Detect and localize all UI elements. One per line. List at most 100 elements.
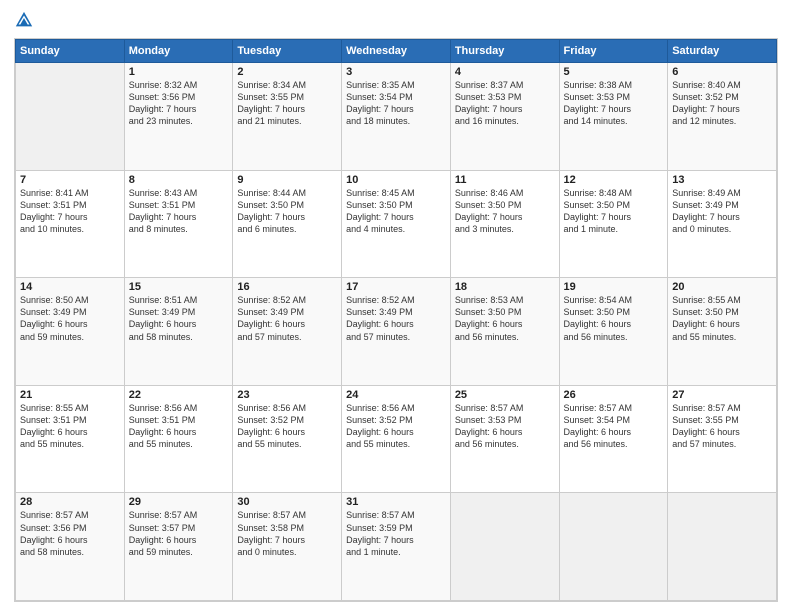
day-info: Sunrise: 8:55 AMSunset: 3:50 PMDaylight:… [672, 294, 772, 343]
calendar-cell: 25Sunrise: 8:57 AMSunset: 3:53 PMDayligh… [450, 385, 559, 493]
calendar-cell: 24Sunrise: 8:56 AMSunset: 3:52 PMDayligh… [342, 385, 451, 493]
day-number: 28 [20, 496, 120, 508]
day-info: Sunrise: 8:57 AMSunset: 3:53 PMDaylight:… [455, 402, 555, 451]
calendar-cell: 20Sunrise: 8:55 AMSunset: 3:50 PMDayligh… [668, 278, 777, 386]
calendar-week-row: 28Sunrise: 8:57 AMSunset: 3:56 PMDayligh… [16, 493, 777, 601]
day-number: 16 [237, 281, 337, 293]
day-number: 7 [20, 174, 120, 186]
day-number: 6 [672, 66, 772, 78]
weekday-header-row: SundayMondayTuesdayWednesdayThursdayFrid… [16, 40, 777, 63]
day-number: 2 [237, 66, 337, 78]
calendar-week-row: 21Sunrise: 8:55 AMSunset: 3:51 PMDayligh… [16, 385, 777, 493]
calendar-cell: 8Sunrise: 8:43 AMSunset: 3:51 PMDaylight… [124, 170, 233, 278]
day-info: Sunrise: 8:56 AMSunset: 3:52 PMDaylight:… [346, 402, 446, 451]
calendar-cell: 5Sunrise: 8:38 AMSunset: 3:53 PMDaylight… [559, 63, 668, 171]
weekday-header: Wednesday [342, 40, 451, 63]
calendar-cell: 7Sunrise: 8:41 AMSunset: 3:51 PMDaylight… [16, 170, 125, 278]
calendar: SundayMondayTuesdayWednesdayThursdayFrid… [14, 38, 778, 602]
day-info: Sunrise: 8:45 AMSunset: 3:50 PMDaylight:… [346, 187, 446, 236]
day-info: Sunrise: 8:37 AMSunset: 3:53 PMDaylight:… [455, 79, 555, 128]
day-info: Sunrise: 8:43 AMSunset: 3:51 PMDaylight:… [129, 187, 229, 236]
day-info: Sunrise: 8:57 AMSunset: 3:55 PMDaylight:… [672, 402, 772, 451]
day-info: Sunrise: 8:55 AMSunset: 3:51 PMDaylight:… [20, 402, 120, 451]
weekday-header: Friday [559, 40, 668, 63]
calendar-cell: 17Sunrise: 8:52 AMSunset: 3:49 PMDayligh… [342, 278, 451, 386]
calendar-cell [450, 493, 559, 601]
day-number: 20 [672, 281, 772, 293]
calendar-cell [668, 493, 777, 601]
day-number: 22 [129, 389, 229, 401]
day-info: Sunrise: 8:50 AMSunset: 3:49 PMDaylight:… [20, 294, 120, 343]
calendar-cell [559, 493, 668, 601]
calendar-cell: 19Sunrise: 8:54 AMSunset: 3:50 PMDayligh… [559, 278, 668, 386]
weekday-header: Monday [124, 40, 233, 63]
day-info: Sunrise: 8:48 AMSunset: 3:50 PMDaylight:… [564, 187, 664, 236]
day-number: 15 [129, 281, 229, 293]
day-number: 21 [20, 389, 120, 401]
calendar-cell: 18Sunrise: 8:53 AMSunset: 3:50 PMDayligh… [450, 278, 559, 386]
calendar-cell [16, 63, 125, 171]
day-number: 17 [346, 281, 446, 293]
day-info: Sunrise: 8:52 AMSunset: 3:49 PMDaylight:… [346, 294, 446, 343]
day-info: Sunrise: 8:46 AMSunset: 3:50 PMDaylight:… [455, 187, 555, 236]
calendar-table: SundayMondayTuesdayWednesdayThursdayFrid… [15, 39, 777, 601]
calendar-cell: 9Sunrise: 8:44 AMSunset: 3:50 PMDaylight… [233, 170, 342, 278]
calendar-cell: 1Sunrise: 8:32 AMSunset: 3:56 PMDaylight… [124, 63, 233, 171]
weekday-header: Tuesday [233, 40, 342, 63]
calendar-head: SundayMondayTuesdayWednesdayThursdayFrid… [16, 40, 777, 63]
calendar-week-row: 14Sunrise: 8:50 AMSunset: 3:49 PMDayligh… [16, 278, 777, 386]
logo [14, 10, 38, 30]
day-number: 26 [564, 389, 664, 401]
day-info: Sunrise: 8:57 AMSunset: 3:54 PMDaylight:… [564, 402, 664, 451]
calendar-week-row: 1Sunrise: 8:32 AMSunset: 3:56 PMDaylight… [16, 63, 777, 171]
day-info: Sunrise: 8:56 AMSunset: 3:51 PMDaylight:… [129, 402, 229, 451]
day-info: Sunrise: 8:52 AMSunset: 3:49 PMDaylight:… [237, 294, 337, 343]
calendar-cell: 30Sunrise: 8:57 AMSunset: 3:58 PMDayligh… [233, 493, 342, 601]
day-number: 23 [237, 389, 337, 401]
day-info: Sunrise: 8:32 AMSunset: 3:56 PMDaylight:… [129, 79, 229, 128]
day-number: 8 [129, 174, 229, 186]
calendar-cell: 6Sunrise: 8:40 AMSunset: 3:52 PMDaylight… [668, 63, 777, 171]
calendar-week-row: 7Sunrise: 8:41 AMSunset: 3:51 PMDaylight… [16, 170, 777, 278]
day-info: Sunrise: 8:40 AMSunset: 3:52 PMDaylight:… [672, 79, 772, 128]
calendar-cell: 11Sunrise: 8:46 AMSunset: 3:50 PMDayligh… [450, 170, 559, 278]
calendar-body: 1Sunrise: 8:32 AMSunset: 3:56 PMDaylight… [16, 63, 777, 601]
day-info: Sunrise: 8:57 AMSunset: 3:58 PMDaylight:… [237, 509, 337, 558]
weekday-header: Sunday [16, 40, 125, 63]
day-number: 18 [455, 281, 555, 293]
day-number: 12 [564, 174, 664, 186]
day-number: 10 [346, 174, 446, 186]
day-info: Sunrise: 8:35 AMSunset: 3:54 PMDaylight:… [346, 79, 446, 128]
day-number: 31 [346, 496, 446, 508]
calendar-cell: 15Sunrise: 8:51 AMSunset: 3:49 PMDayligh… [124, 278, 233, 386]
day-info: Sunrise: 8:57 AMSunset: 3:59 PMDaylight:… [346, 509, 446, 558]
day-number: 14 [20, 281, 120, 293]
day-number: 30 [237, 496, 337, 508]
calendar-cell: 29Sunrise: 8:57 AMSunset: 3:57 PMDayligh… [124, 493, 233, 601]
calendar-cell: 4Sunrise: 8:37 AMSunset: 3:53 PMDaylight… [450, 63, 559, 171]
calendar-cell: 14Sunrise: 8:50 AMSunset: 3:49 PMDayligh… [16, 278, 125, 386]
day-number: 27 [672, 389, 772, 401]
page: SundayMondayTuesdayWednesdayThursdayFrid… [0, 0, 792, 612]
day-info: Sunrise: 8:34 AMSunset: 3:55 PMDaylight:… [237, 79, 337, 128]
day-number: 13 [672, 174, 772, 186]
day-number: 3 [346, 66, 446, 78]
weekday-header: Thursday [450, 40, 559, 63]
day-info: Sunrise: 8:38 AMSunset: 3:53 PMDaylight:… [564, 79, 664, 128]
day-info: Sunrise: 8:57 AMSunset: 3:57 PMDaylight:… [129, 509, 229, 558]
calendar-cell: 23Sunrise: 8:56 AMSunset: 3:52 PMDayligh… [233, 385, 342, 493]
day-number: 9 [237, 174, 337, 186]
calendar-cell: 21Sunrise: 8:55 AMSunset: 3:51 PMDayligh… [16, 385, 125, 493]
calendar-cell: 31Sunrise: 8:57 AMSunset: 3:59 PMDayligh… [342, 493, 451, 601]
calendar-cell: 10Sunrise: 8:45 AMSunset: 3:50 PMDayligh… [342, 170, 451, 278]
day-number: 11 [455, 174, 555, 186]
day-info: Sunrise: 8:53 AMSunset: 3:50 PMDaylight:… [455, 294, 555, 343]
calendar-cell: 28Sunrise: 8:57 AMSunset: 3:56 PMDayligh… [16, 493, 125, 601]
day-info: Sunrise: 8:56 AMSunset: 3:52 PMDaylight:… [237, 402, 337, 451]
calendar-cell: 12Sunrise: 8:48 AMSunset: 3:50 PMDayligh… [559, 170, 668, 278]
calendar-cell: 2Sunrise: 8:34 AMSunset: 3:55 PMDaylight… [233, 63, 342, 171]
day-number: 4 [455, 66, 555, 78]
weekday-header: Saturday [668, 40, 777, 63]
day-info: Sunrise: 8:49 AMSunset: 3:49 PMDaylight:… [672, 187, 772, 236]
day-info: Sunrise: 8:51 AMSunset: 3:49 PMDaylight:… [129, 294, 229, 343]
